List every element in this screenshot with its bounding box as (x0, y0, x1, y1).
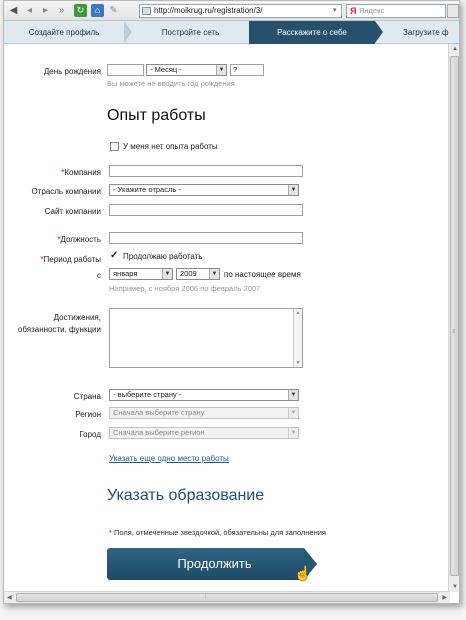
scroll-right-arrow-icon[interactable]: ▶ (442, 594, 447, 601)
tools-icon[interactable]: ✎ (107, 4, 120, 17)
address-bar-text: http://moikrug.ru/registration/3/ (154, 6, 263, 15)
forward-arrow-icon[interactable]: ▸ (39, 4, 52, 17)
add-education-link[interactable]: Указать образование (107, 487, 264, 505)
from-year-select[interactable]: 2009 ▼ (176, 268, 220, 280)
scroll-left-arrow-icon[interactable]: ◀ (7, 594, 12, 601)
scroll-up-arrow-icon[interactable]: ▲ (294, 310, 302, 316)
scroll-up-arrow-icon[interactable]: ▲ (452, 46, 458, 52)
chevron-down-icon: ▼ (288, 408, 298, 418)
step-tell-about-yourself[interactable]: Расскажите о себе (249, 21, 375, 44)
step-create-profile[interactable]: Создайте профиль (4, 21, 124, 44)
dropdown-arrow-icon[interactable]: ▾ (333, 6, 337, 14)
fast-forward-icon[interactable]: » (55, 4, 68, 17)
horizontal-scrollbar[interactable]: ◀ ⋮ ▶ (4, 591, 450, 603)
industry-select-value: - Укажите отрасль - (113, 185, 181, 194)
scroll-grip-icon: ⋮ (202, 593, 209, 600)
continue-button[interactable]: Продолжить ☝ (107, 548, 322, 581)
back-arrow-icon[interactable]: ◀ (7, 4, 20, 17)
scroll-down-arrow-icon[interactable]: ▼ (452, 584, 458, 590)
scroll-down-arrow-icon[interactable]: ▼ (294, 360, 302, 366)
company-website-input[interactable] (109, 204, 303, 216)
vertical-scroll-thumb[interactable] (450, 56, 459, 576)
step-separator (375, 21, 383, 43)
search-button[interactable] (447, 4, 459, 18)
period-from-label: с (97, 271, 101, 280)
scroll-grip-icon: ≡ (452, 329, 456, 335)
required-fields-note: * Поля, отмеченные звездочкой, обязатель… (109, 528, 326, 537)
position-label: *Должность (4, 235, 101, 244)
step-label: Загрузите ф (403, 28, 449, 37)
step-upload-photo[interactable]: Загрузите ф (383, 21, 459, 44)
reload-icon[interactable]: ↻ (74, 4, 87, 17)
step-build-network[interactable]: Постройте сеть (132, 21, 249, 44)
search-placeholder: Яндекс (359, 6, 385, 15)
step-separator (124, 21, 132, 43)
period-label: *Период работы (4, 255, 101, 264)
city-label: Город (79, 430, 101, 439)
position-input[interactable] (109, 232, 303, 244)
still-working-checkbox[interactable]: ✓ (110, 251, 119, 261)
chevron-down-icon: ▼ (288, 185, 298, 195)
continue-button-label: Продолжить (107, 548, 304, 580)
period-label-text: Период работы (43, 255, 101, 264)
country-select[interactable]: - выберите страну - ▼ (109, 389, 299, 401)
required-note-text: Поля, отмеченные звездочкой, обязательны… (114, 528, 326, 537)
country-label: Страна (73, 392, 101, 401)
step-label: Создайте профиль (28, 28, 100, 37)
industry-label: Отрасль компании (31, 187, 101, 196)
birthday-label: День рождения (43, 67, 101, 76)
achievements-textarea[interactable]: ▲ ▼ (109, 308, 303, 368)
chevron-down-icon: ▼ (288, 428, 298, 438)
period-hint: Например, с ноября 2006 по февраль 2007 (109, 284, 261, 293)
city-select[interactable]: Сначала выберите регион ▼ (109, 427, 299, 439)
from-year-value: 2009 (180, 269, 197, 278)
browser-toolbar: ◀ ◂ ▸ » ↻ ⌂ ✎ http://moikrug.ru/registra… (4, 1, 459, 21)
address-bar[interactable]: http://moikrug.ru/registration/3/ (139, 4, 342, 18)
work-experience-heading: Опыт работы (107, 107, 206, 124)
still-working-label: Продолжаю работать (123, 252, 203, 261)
no-experience-label: У меня нет опыта работы (123, 142, 218, 151)
company-label: *Компания (4, 168, 101, 177)
month-select-value: - Месяц - (150, 65, 182, 74)
from-month-value: января (113, 269, 138, 278)
birthday-hint: Вы можете не вводить год рождения (107, 79, 235, 88)
required-asterisk: * (109, 528, 112, 537)
city-select-value: Сначала выберите регион (113, 428, 205, 437)
registration-steps: Создайте профиль Постройте сеть Расскажи… (4, 21, 459, 44)
region-select[interactable]: Сначала выберите страну ▼ (109, 407, 299, 419)
from-month-select[interactable]: января ▼ (109, 268, 173, 280)
country-select-value: - выберите страну - (113, 390, 182, 399)
chevron-down-icon: ▼ (288, 390, 298, 400)
chevron-down-icon: ▼ (216, 65, 226, 75)
region-select-value: Сначала выберите страну (113, 408, 205, 417)
birthday-month-select[interactable]: - Месяц - ▼ (146, 64, 227, 76)
page-icon (142, 7, 151, 15)
yandex-logo-icon: Я (350, 6, 357, 16)
company-website-label: Сайт компании (44, 207, 101, 216)
add-workplace-link[interactable]: Указать еще одно место работы (109, 454, 229, 463)
vertical-scrollbar[interactable]: ▲ ≡ ▼ (448, 44, 459, 592)
step-label: Расскажите о себе (277, 28, 347, 37)
to-present-label: по настоящее время (224, 270, 301, 279)
back-arrow-icon-secondary[interactable]: ◂ (23, 4, 36, 17)
industry-select[interactable]: - Укажите отрасль - ▼ (109, 184, 299, 196)
step-label: Постройте сеть (161, 28, 220, 37)
position-label-text: Должность (60, 235, 102, 244)
browser-window: ◀ ◂ ▸ » ↻ ⌂ ✎ http://moikrug.ru/registra… (3, 0, 460, 604)
search-field[interactable]: Я Яндекс (346, 4, 446, 18)
horizontal-scroll-thumb[interactable] (16, 593, 438, 602)
company-input[interactable] (109, 165, 303, 177)
birthday-year-input[interactable]: ? (230, 64, 264, 76)
hand-cursor-icon: ☝ (294, 565, 312, 581)
chevron-down-icon: ▼ (162, 269, 172, 279)
home-icon[interactable]: ⌂ (91, 4, 104, 17)
textarea-scrollbar[interactable]: ▲ ▼ (293, 309, 302, 367)
region-label: Регион (75, 410, 101, 419)
achievements-label: Достижения, обязанности, функции (17, 313, 101, 334)
chevron-down-icon: ▼ (209, 269, 219, 279)
birthday-day-input[interactable] (107, 64, 144, 76)
company-label-text: Компания (64, 168, 101, 177)
no-experience-checkbox[interactable] (110, 142, 119, 151)
